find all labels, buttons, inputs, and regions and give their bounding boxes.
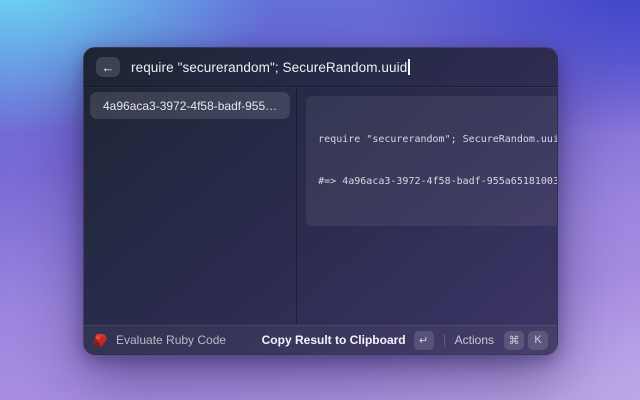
footer-divider <box>444 334 445 347</box>
search-bar: ← require "securerandom"; SecureRandom.u… <box>84 48 557 87</box>
command-key-icon: ⌘ <box>509 334 520 347</box>
return-keycap[interactable]: ↵ <box>414 331 434 350</box>
code-result-panel: require "securerandom"; SecureRandom.uui… <box>306 96 558 226</box>
list-item-uuid-result[interactable]: 4a96aca3-3972-4f58-badf-955… <box>90 92 290 119</box>
list-item-label: 4a96aca3-3972-4f58-badf-955… <box>103 99 277 113</box>
command-keycap[interactable]: ⌘ <box>504 331 524 350</box>
search-input[interactable]: require "securerandom"; SecureRandom.uui… <box>131 59 410 75</box>
actions-button[interactable]: Actions <box>455 333 494 347</box>
k-key-label: K <box>534 334 541 346</box>
return-key-icon: ↵ <box>419 334 428 347</box>
code-line-result: #=> 4a96aca3-3972-4f58-badf-955a65181003 <box>318 175 558 189</box>
launcher-window: ← require "securerandom"; SecureRandom.u… <box>83 47 558 355</box>
ruby-gem-icon <box>93 333 108 348</box>
extension-chip: Evaluate Ruby Code <box>93 333 226 348</box>
back-arrow-icon: ← <box>102 61 115 74</box>
back-button[interactable]: ← <box>96 57 120 77</box>
footer-actions: Copy Result to Clipboard ↵ Actions ⌘ K <box>262 331 548 350</box>
action-bar: Evaluate Ruby Code Copy Result to Clipbo… <box>84 325 557 354</box>
results-list: 4a96aca3-3972-4f58-badf-955… <box>84 87 297 325</box>
k-keycap[interactable]: K <box>528 331 548 350</box>
copy-result-button[interactable]: Copy Result to Clipboard <box>262 333 406 347</box>
search-input-value: require "securerandom"; SecureRandom.uui… <box>131 60 407 75</box>
extension-name: Evaluate Ruby Code <box>116 333 226 347</box>
content-area: 4a96aca3-3972-4f58-badf-955… require "se… <box>84 87 557 325</box>
text-cursor <box>408 59 410 75</box>
desktop-background: ← require "securerandom"; SecureRandom.u… <box>0 0 640 400</box>
detail-pane: require "securerandom"; SecureRandom.uui… <box>297 87 558 325</box>
code-line-source: require "securerandom"; SecureRandom.uui… <box>318 133 558 147</box>
